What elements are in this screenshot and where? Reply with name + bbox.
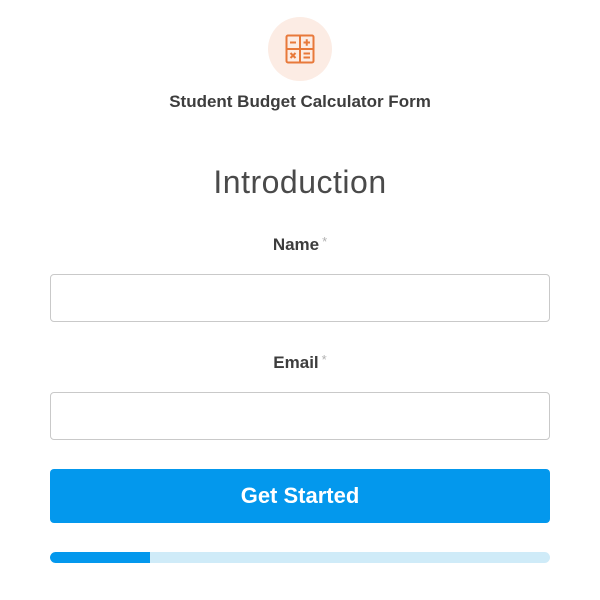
- email-input[interactable]: [50, 392, 550, 440]
- required-mark: *: [321, 352, 327, 367]
- progress-bar: [50, 552, 550, 563]
- progress-bar-fill: [50, 552, 150, 563]
- name-label-text: Name: [272, 235, 320, 254]
- required-mark: *: [322, 234, 328, 249]
- form-title: Student Budget Calculator Form: [169, 92, 431, 111]
- email-label: Email *: [0, 352, 600, 373]
- email-label-text: Email: [273, 353, 319, 372]
- calculator-icon: [285, 34, 315, 64]
- name-label: Name *: [0, 234, 600, 255]
- form-logo: [268, 17, 332, 81]
- section-title: Introduction: [213, 164, 387, 200]
- get-started-button[interactable]: Get Started: [50, 469, 550, 523]
- name-input[interactable]: [50, 274, 550, 322]
